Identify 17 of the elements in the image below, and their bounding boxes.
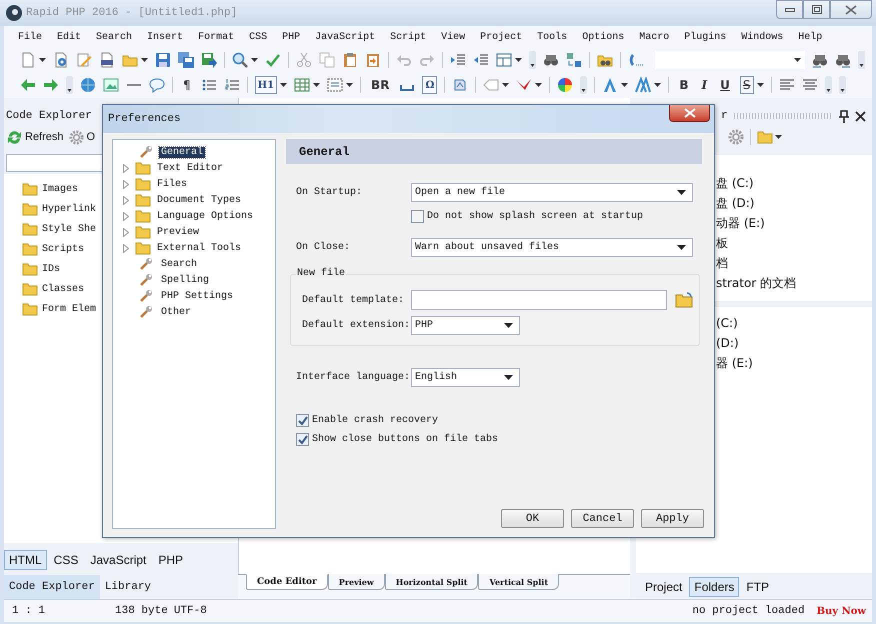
cursor-position: 1 : 1 — [12, 605, 46, 617]
field-label: Default template: — [301, 294, 406, 306]
field-label: On Close: — [295, 242, 352, 253]
field-label: Interface language: — [295, 372, 411, 383]
checkbox-label: Enable crash recovery — [312, 415, 438, 426]
field-label: Default extension: — [301, 320, 411, 331]
page-title: General — [299, 144, 350, 158]
panel-title: r — [721, 110, 728, 122]
dialog-title: Preferences — [108, 113, 181, 125]
project-status: no project loaded — [692, 605, 805, 617]
field-label: On Startup: — [295, 187, 364, 198]
file-size: 138 byte — [115, 605, 168, 617]
encoding-label: UTF-8 — [174, 605, 207, 617]
window-title: Rapid PHP 2016 - [Untitled1.php] — [26, 7, 238, 19]
checkbox-label: Show close buttons on file tabs — [312, 434, 498, 445]
checkbox-label: Do not show splash screen at startup — [427, 211, 644, 222]
panel-title: Code Explorer — [6, 110, 92, 122]
